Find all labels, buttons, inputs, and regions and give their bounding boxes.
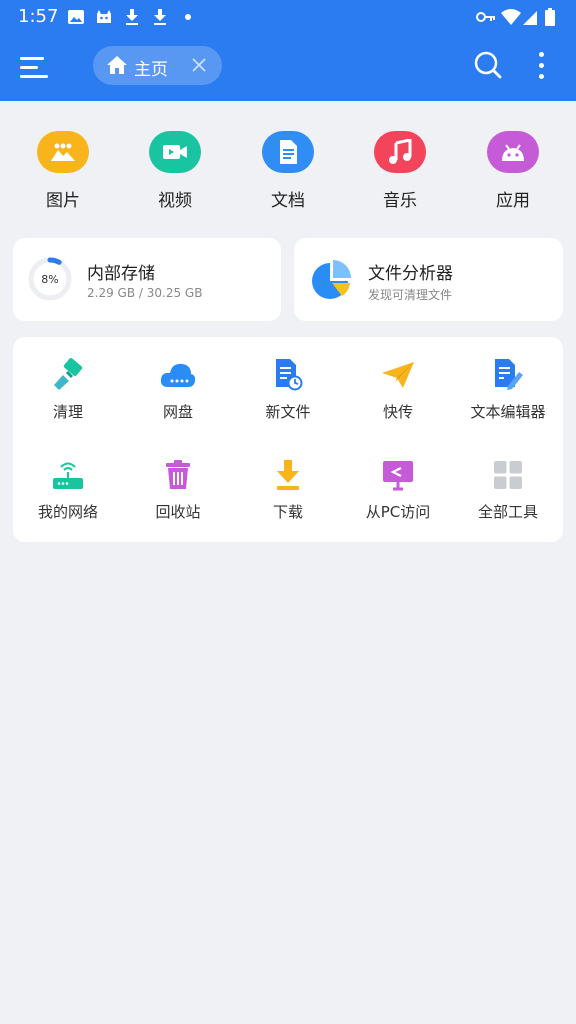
text-editor-icon xyxy=(488,357,528,393)
battery-icon xyxy=(545,8,555,26)
category-videos[interactable]: 视频 xyxy=(135,131,215,211)
more-vert-icon[interactable] xyxy=(539,52,544,85)
tool-recycle-bin[interactable]: 回收站 xyxy=(123,457,233,522)
tool-text-editor[interactable]: 文本编辑器 xyxy=(453,357,563,422)
status-bar: 1:57 xyxy=(0,0,576,34)
android-icon xyxy=(97,10,111,23)
category-images[interactable]: 图片 xyxy=(23,131,103,211)
tool-label: 文本编辑器 xyxy=(470,403,546,421)
close-icon[interactable] xyxy=(191,57,207,73)
cloud-icon xyxy=(158,357,198,393)
vpn-key-icon xyxy=(476,12,495,22)
status-time: 1:57 xyxy=(18,6,59,27)
image-icon xyxy=(37,131,89,173)
music-icon xyxy=(374,131,426,173)
tool-label: 新文件 xyxy=(265,403,311,421)
storage-usage: 2.29 GB / 30.25 GB xyxy=(87,286,203,300)
tool-cloud-drive[interactable]: 网盘 xyxy=(123,357,233,422)
download-icon xyxy=(268,457,308,493)
category-label: 视频 xyxy=(158,191,192,211)
tab-home[interactable]: 主页 xyxy=(93,46,222,85)
tab-label: 主页 xyxy=(134,60,168,80)
storage-usage-ring: 8% xyxy=(28,257,72,301)
dot-icon xyxy=(185,14,191,20)
category-apps[interactable]: 应用 xyxy=(473,131,553,211)
tool-clean[interactable]: 清理 xyxy=(13,357,123,422)
category-documents[interactable]: 文档 xyxy=(248,131,328,211)
video-icon xyxy=(149,131,201,173)
tool-quick-send[interactable]: 快传 xyxy=(343,357,453,422)
category-label: 音乐 xyxy=(383,191,417,211)
tool-label: 下载 xyxy=(272,503,303,521)
wifi-icon xyxy=(501,9,521,25)
search-icon[interactable] xyxy=(473,50,503,80)
tool-access-from-pc[interactable]: 从PC访问 xyxy=(343,457,453,522)
download-icon xyxy=(126,9,138,25)
download-icon xyxy=(154,9,166,25)
tool-all-tools[interactable]: 全部工具 xyxy=(453,457,563,522)
tool-my-network[interactable]: 我的网络 xyxy=(13,457,123,522)
category-label: 文档 xyxy=(271,191,305,211)
signal-icon xyxy=(523,11,537,25)
tool-label: 全部工具 xyxy=(477,503,538,521)
android-icon xyxy=(487,131,539,173)
send-icon xyxy=(378,357,418,393)
trash-icon xyxy=(158,457,198,493)
tool-download[interactable]: 下载 xyxy=(233,457,343,522)
broom-icon xyxy=(48,357,88,393)
top-app-bar: 1:57 主页 xyxy=(0,0,576,101)
analyzer-subtitle: 发现可清理文件 xyxy=(368,288,453,302)
storage-title: 内部存储 xyxy=(87,264,155,284)
internal-storage-card[interactable]: 8% 内部存储 2.29 GB / 30.25 GB xyxy=(13,238,281,321)
tools-card: 清理 网盘 新文件 快传 文本编辑器 我的网络 回收站 下载 从PC访问 全部工… xyxy=(13,337,563,542)
image-icon xyxy=(68,10,84,24)
home-icon xyxy=(107,56,127,74)
document-icon xyxy=(262,131,314,173)
category-music[interactable]: 音乐 xyxy=(360,131,440,211)
pc-access-icon xyxy=(378,457,418,493)
tool-label: 网盘 xyxy=(162,403,193,421)
new-file-icon xyxy=(268,357,308,393)
tool-label: 从PC访问 xyxy=(365,503,431,521)
storage-percent: 8% xyxy=(41,273,58,286)
tool-label: 我的网络 xyxy=(37,503,98,521)
pie-chart-icon xyxy=(312,260,351,299)
tool-label: 清理 xyxy=(52,403,83,421)
file-analyzer-card[interactable]: 文件分析器 发现可清理文件 xyxy=(294,238,563,321)
category-label: 应用 xyxy=(496,191,530,211)
analyzer-title: 文件分析器 xyxy=(368,264,453,284)
router-icon xyxy=(48,457,88,493)
category-label: 图片 xyxy=(46,191,80,211)
tool-new-file[interactable]: 新文件 xyxy=(233,357,343,422)
menu-icon[interactable] xyxy=(20,54,50,80)
grid-icon xyxy=(488,457,528,493)
tool-label: 回收站 xyxy=(155,503,201,521)
tool-label: 快传 xyxy=(382,403,413,421)
